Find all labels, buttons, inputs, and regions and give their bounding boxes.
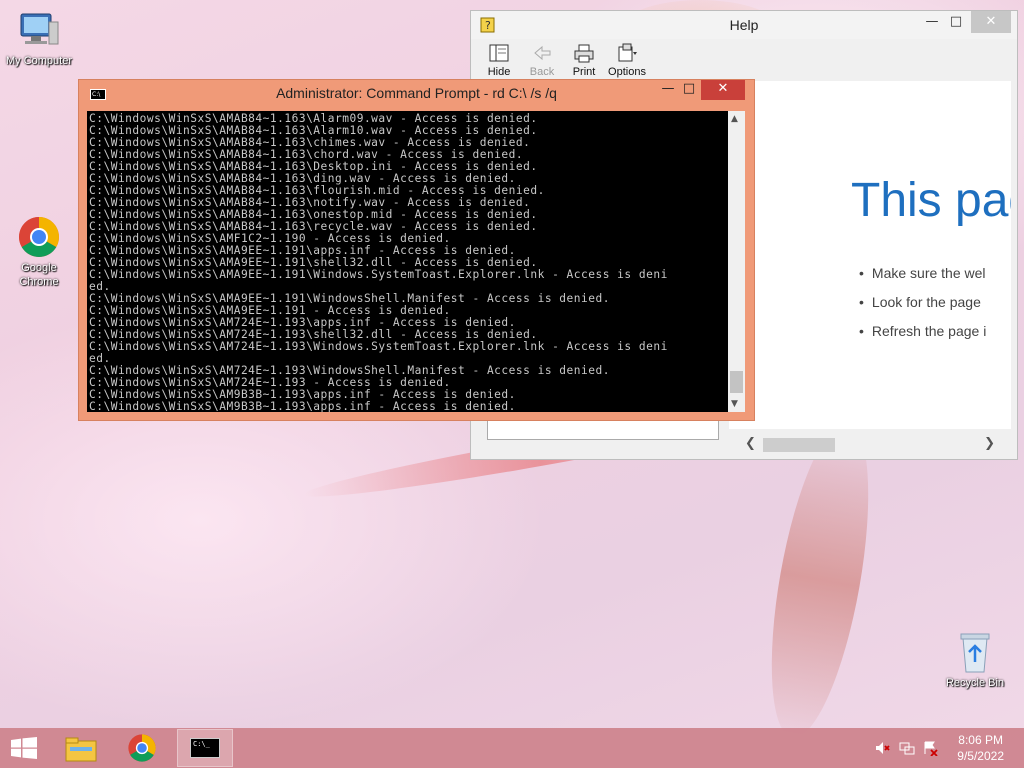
hide-button[interactable]: Hide (477, 41, 521, 78)
close-button[interactable]: ✕ (701, 80, 745, 100)
hide-icon (488, 43, 510, 63)
desktop-icon-label: My Computer (5, 55, 73, 67)
computer-icon (17, 8, 61, 52)
desktop-icon-recycle-bin[interactable]: Recycle Bin (937, 630, 1013, 690)
taskbar-clock[interactable]: 8:06 PM 9/5/2022 (957, 732, 1004, 764)
cmd-window-title: Administrator: Command Prompt - rd C:\ /… (276, 85, 557, 101)
help-bullet: Look for the page (859, 294, 986, 310)
back-label: Back (529, 66, 555, 78)
taskbar: C:\_ 8:06 PM 9/5/2022 (0, 728, 1024, 768)
print-button[interactable]: Print (562, 41, 606, 78)
desktop-icon-google-chrome[interactable]: Google Chrome (1, 215, 77, 289)
help-bullet: Refresh the page i (859, 323, 986, 339)
folder-icon (65, 736, 97, 766)
help-page-heading: This pag (851, 174, 1011, 227)
windows-start-icon[interactable] (10, 737, 38, 763)
chrome-icon (17, 215, 61, 259)
printer-icon (573, 43, 595, 63)
help-horizontal-scrollbar[interactable]: ❮ ❯ (729, 435, 1011, 455)
scrollbar-thumb[interactable] (763, 438, 835, 452)
console-text: C:\Windows\WinSxS\AMAB84~1.163\Alarm09.w… (89, 112, 668, 413)
recycle-bin-icon (953, 630, 997, 674)
clock-time: 8:06 PM (958, 733, 1003, 747)
help-content-pane: This pag Make sure the wel Look for the … (729, 81, 1011, 429)
close-button[interactable]: ✕ (971, 11, 1011, 33)
options-label: Options (608, 66, 646, 78)
taskbar-file-explorer[interactable] (53, 729, 109, 767)
maximize-button[interactable]: □ (941, 11, 971, 33)
taskbar-command-prompt[interactable]: C:\_ (177, 729, 233, 767)
help-titlebar[interactable]: ? Help — □ ✕ (471, 11, 1017, 39)
scroll-left-icon[interactable]: ❮ (745, 436, 756, 451)
volume-muted-icon[interactable] (874, 740, 890, 756)
desktop-icon-label: Recycle Bin (945, 677, 1005, 689)
scroll-up-icon[interactable]: ▲ (731, 114, 738, 124)
hide-label: Hide (487, 66, 511, 78)
options-icon (616, 43, 638, 63)
scroll-down-icon[interactable]: ▼ (731, 399, 738, 409)
cmd-console-output[interactable]: C:\Windows\WinSxS\AMAB84~1.163\Alarm09.w… (87, 111, 728, 412)
back-arrow-icon (531, 43, 553, 63)
cmd-icon: C:\_ (190, 738, 220, 758)
maximize-button[interactable]: □ (675, 80, 703, 100)
options-button[interactable]: Options (605, 41, 649, 78)
print-label: Print (572, 66, 596, 78)
wallpaper-stem (752, 415, 888, 745)
help-bullet: Make sure the wel (859, 265, 986, 281)
command-prompt-window[interactable]: C:\ Administrator: Command Prompt - rd C… (78, 79, 755, 421)
network-icon[interactable] (899, 740, 915, 756)
desktop-icon-my-computer[interactable]: My Computer (1, 8, 77, 68)
scroll-right-icon[interactable]: ❯ (984, 436, 995, 451)
scrollbar-thumb[interactable] (730, 371, 743, 393)
clock-date: 9/5/2022 (957, 749, 1004, 763)
cmd-vertical-scrollbar[interactable]: ▲ ▼ (728, 111, 745, 412)
chrome-icon (127, 733, 157, 767)
help-bullet-list: Make sure the wel Look for the page Refr… (859, 265, 986, 352)
taskbar-chrome[interactable] (115, 729, 171, 767)
cmd-titlebar[interactable]: C:\ Administrator: Command Prompt - rd C… (79, 80, 754, 104)
desktop-icon-label: Google Chrome (19, 262, 59, 288)
back-button[interactable]: Back (520, 41, 564, 78)
help-toolbar: Hide Back Print Options (471, 39, 1017, 81)
action-center-icon[interactable] (922, 740, 938, 757)
